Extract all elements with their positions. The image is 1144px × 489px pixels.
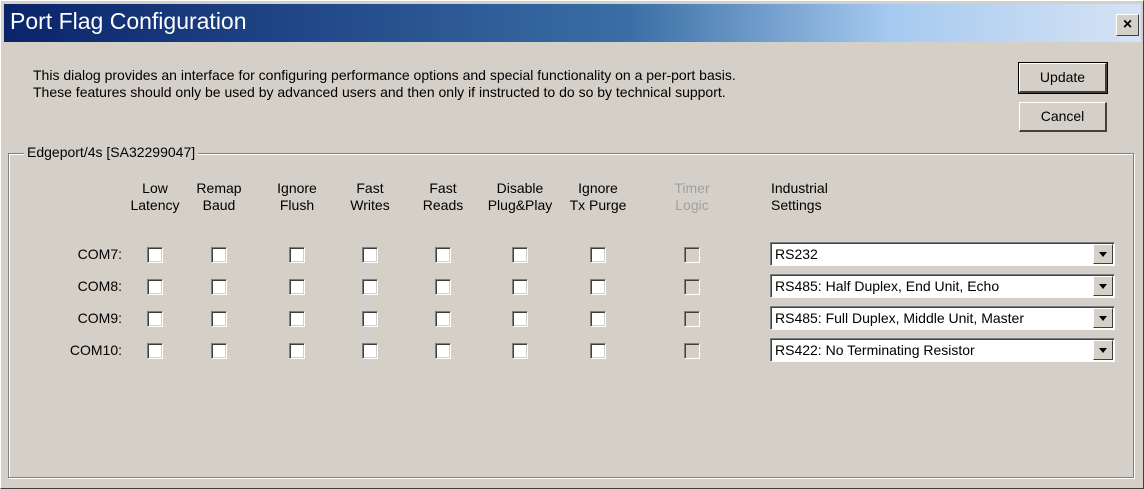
checkbox-timer-logic <box>684 279 700 295</box>
header-industrial-settings: Industrial Settings <box>771 180 828 213</box>
header-disable-plug-play: Disable Plug&Play <box>487 180 553 213</box>
port-label: COM9: <box>77 310 122 326</box>
checkbox-disable-plug-play[interactable] <box>512 343 528 359</box>
cancel-button[interactable]: Cancel <box>1019 102 1107 132</box>
checkbox-fast-reads[interactable] <box>435 343 451 359</box>
checkbox-low-latency[interactable] <box>147 279 163 295</box>
industrial-settings-value: RS485: Half Duplex, End Unit, Echo <box>775 278 1000 294</box>
checkbox-ignore-tx-purge[interactable] <box>590 343 606 359</box>
checkbox-ignore-flush[interactable] <box>289 279 305 295</box>
port-label: COM10: <box>69 342 122 358</box>
industrial-settings-value: RS485: Full Duplex, Middle Unit, Master <box>775 310 1024 326</box>
dropdown-arrow-icon[interactable] <box>1093 308 1113 328</box>
checkbox-remap-baud[interactable] <box>211 279 227 295</box>
dropdown-arrow-icon[interactable] <box>1093 276 1113 296</box>
checkbox-timer-logic <box>684 311 700 327</box>
dropdown-arrow-icon[interactable] <box>1093 340 1113 360</box>
description-text: This dialog provides an interface for co… <box>33 67 993 101</box>
checkbox-low-latency[interactable] <box>147 343 163 359</box>
checkbox-ignore-flush[interactable] <box>289 343 305 359</box>
checkbox-ignore-tx-purge[interactable] <box>590 247 606 263</box>
checkbox-fast-reads[interactable] <box>435 279 451 295</box>
industrial-settings-select[interactable]: RS485: Full Duplex, Middle Unit, Master <box>770 306 1115 330</box>
port-label: COM7: <box>77 246 122 262</box>
industrial-settings-value: RS422: No Terminating Resistor <box>775 342 975 358</box>
close-button[interactable]: × <box>1116 14 1139 36</box>
checkbox-ignore-flush[interactable] <box>289 247 305 263</box>
checkbox-fast-writes[interactable] <box>362 279 378 295</box>
checkbox-fast-writes[interactable] <box>362 247 378 263</box>
header-remap-baud: Remap Baud <box>196 180 242 213</box>
checkbox-remap-baud[interactable] <box>211 311 227 327</box>
checkbox-disable-plug-play[interactable] <box>512 279 528 295</box>
header-timer-logic: Timer Logic <box>674 180 710 213</box>
title-bar[interactable]: Port Flag Configuration × <box>4 4 1141 42</box>
checkbox-disable-plug-play[interactable] <box>512 247 528 263</box>
window-title: Port Flag Configuration <box>10 8 247 34</box>
checkbox-ignore-tx-purge[interactable] <box>590 279 606 295</box>
checkbox-fast-reads[interactable] <box>435 311 451 327</box>
description-line-1: This dialog provides an interface for co… <box>33 67 736 83</box>
industrial-settings-value: RS232 <box>775 246 818 262</box>
dropdown-arrow-icon[interactable] <box>1093 244 1113 264</box>
industrial-settings-select[interactable]: RS422: No Terminating Resistor <box>770 338 1115 362</box>
checkbox-timer-logic <box>684 247 700 263</box>
header-ignore-tx-purge: Ignore Tx Purge <box>569 180 627 213</box>
checkbox-fast-writes[interactable] <box>362 311 378 327</box>
industrial-settings-select[interactable]: RS232 <box>770 242 1115 266</box>
port-label: COM8: <box>77 278 122 294</box>
checkbox-disable-plug-play[interactable] <box>512 311 528 327</box>
checkbox-fast-writes[interactable] <box>362 343 378 359</box>
update-button[interactable]: Update <box>1018 62 1108 94</box>
close-icon: × <box>1122 16 1133 33</box>
description-line-2: These features should only be used by ad… <box>33 84 726 100</box>
checkbox-fast-reads[interactable] <box>435 247 451 263</box>
checkbox-remap-baud[interactable] <box>211 343 227 359</box>
checkbox-ignore-flush[interactable] <box>289 311 305 327</box>
checkbox-timer-logic <box>684 343 700 359</box>
checkbox-ignore-tx-purge[interactable] <box>590 311 606 327</box>
checkbox-remap-baud[interactable] <box>211 247 227 263</box>
checkbox-low-latency[interactable] <box>147 311 163 327</box>
checkbox-low-latency[interactable] <box>147 247 163 263</box>
group-label: Edgeport/4s [SA32299047] <box>24 143 199 161</box>
industrial-settings-select[interactable]: RS485: Half Duplex, End Unit, Echo <box>770 274 1115 298</box>
